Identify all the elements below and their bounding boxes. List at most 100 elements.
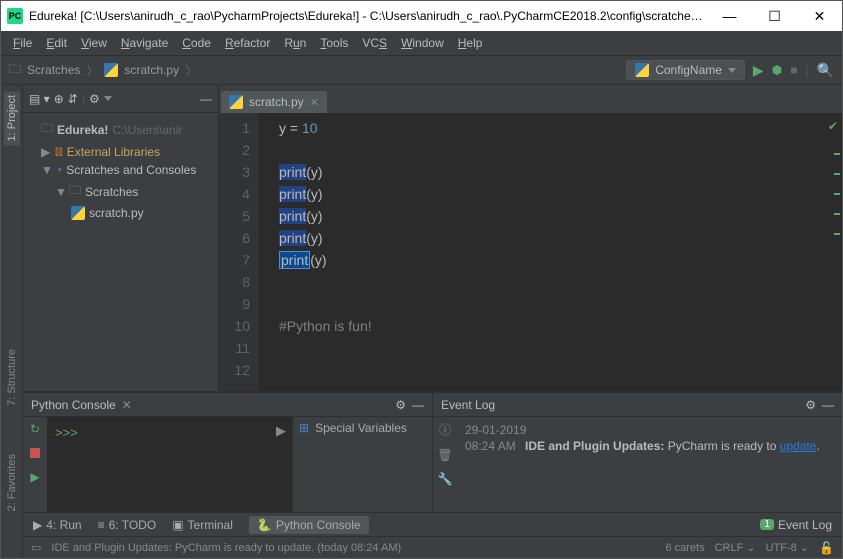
resume-icon[interactable]: ▶ [276,423,286,439]
debug-button[interactable]: ⬢ [772,63,782,77]
tab-python-console[interactable]: 🐍 Python Console [249,516,369,534]
update-link[interactable]: update [780,439,817,453]
window-title: Edureka! [C:\Users\anirudh_c_rao\Pycharm… [29,9,707,23]
menubar: File Edit View Navigate Code Refactor Ru… [1,31,842,55]
expand-arrow-icon[interactable]: ▶ [41,145,51,159]
encoding[interactable]: UTF-8 ⌄ [766,541,809,554]
breadcrumb-separator: 〉 [185,62,197,79]
log-message-text: PyCharm is ready to [664,439,779,453]
scratches-consoles-label: Scratches and Consoles [66,163,196,177]
project-view-selector[interactable]: ▤ ▾ [29,92,50,106]
navigation-bar: 🗀 Scratches 〉 scratch.py 〉 ConfigName ▶ … [1,55,842,85]
tab-favorites[interactable]: 2: Favorites [4,450,20,515]
gear-icon[interactable]: ⚙ [395,398,406,412]
close-tab-icon[interactable]: ✕ [310,96,319,109]
breadcrumb-scratches[interactable]: Scratches [27,63,80,77]
collapse-icon[interactable]: ⇵ [68,92,78,106]
tab-terminal[interactable]: ▣ Terminal [172,518,233,532]
tab-todo[interactable]: ≡ 6: TODO [98,518,157,532]
project-tool-window: ▤ ▾ ⊕ ⇵ | ⚙ — 🗀 [23,85,219,391]
minimize-button[interactable]: — [707,1,752,31]
log-time: 08:24 AM [465,439,516,453]
event-log-content: 29-01-2019 08:24 AM IDE and Plugin Updat… [457,417,842,512]
tree-node-scratches[interactable]: ▼ 🗀 Scratches [27,179,214,204]
config-name: ConfigName [655,63,722,77]
hide-button[interactable]: — [412,398,424,412]
tree-node-project-root[interactable]: 🗀 Edureka! C:\Users\anir [27,117,214,142]
menu-tools[interactable]: Tools [314,34,354,52]
maximize-button[interactable]: ☐ [752,1,797,31]
bottom-tool-tabs: ▶ 4: Run ≡ 6: TODO ▣ Terminal 🐍 Python C… [23,512,842,536]
status-bar: ▭ IDE and Plugin Updates: PyCharm is rea… [23,536,842,558]
python-file-icon [71,206,85,220]
menu-refactor[interactable]: Refactor [219,34,276,52]
breadcrumb-separator: 〉 [86,62,98,79]
gear-icon[interactable]: ⚙ [805,398,816,412]
project-name: Edureka! [57,123,108,137]
external-libraries-label: External Libraries [67,145,160,159]
special-variables-label: Special Variables [315,421,407,435]
lock-icon[interactable]: 🔓 [819,541,834,555]
project-tree[interactable]: 🗀 Edureka! C:\Users\anir ▶ ⫾⫾ External L… [23,113,218,226]
run-button[interactable]: ▶ [753,62,764,79]
folder-icon: 🗀 [41,119,53,140]
gear-icon[interactable]: ⚙ [89,92,100,106]
event-log-title: Event Log [441,398,495,412]
code-editor[interactable]: 12 34 56 78 910 1112 ✔ [219,113,842,391]
close-button[interactable]: ✕ [797,1,842,31]
run-config-selector[interactable]: ConfigName [626,60,745,80]
tree-node-scratches-consoles[interactable]: ▼ ◔ Scratches and Consoles [27,161,214,179]
tab-label: scratch.py [249,95,304,109]
file-name: scratch.py [89,206,144,220]
tab-run[interactable]: ▶ 4: Run [33,518,82,532]
titlebar: PC Edureka! [C:\Users\anirudh_c_rao\Pych… [1,1,842,31]
search-button[interactable]: 🔍 [817,62,834,79]
python-file-icon [229,95,243,109]
rerun-button[interactable]: ↻ [27,421,43,437]
menu-navigate[interactable]: Navigate [115,34,174,52]
event-count: 1 [760,519,774,530]
editor-tab[interactable]: scratch.py ✕ [221,91,327,113]
menu-file[interactable]: File [7,34,38,52]
breadcrumb-file[interactable]: scratch.py [124,63,179,77]
python-console-panel: Python Console ✕ ⚙ — ↻ ▶ [23,393,433,512]
code-area[interactable]: ✔ y = 10 print(y) print(y) print(y) prin… [259,113,842,391]
trash-icon[interactable]: 🗑 [437,448,452,462]
menu-window[interactable]: Window [395,34,450,52]
hide-button[interactable]: — [200,92,212,106]
variables-pane[interactable]: ⊞ Special Variables [292,417,432,512]
info-icon[interactable]: ⓘ [439,421,451,438]
event-log-toolbar: ⓘ 🗑 🔧 [433,417,457,512]
stop-button[interactable]: ■ [790,63,797,77]
wrench-icon[interactable]: 🔧 [438,472,453,486]
python-icon [635,63,649,77]
tab-project[interactable]: 1: Project [4,91,20,145]
console-prompt: >>> [55,425,78,440]
line-separator[interactable]: CRLF ⌄ [715,541,756,554]
caret-info[interactable]: 6 carets [665,542,704,554]
console-title: Python Console [31,398,116,412]
close-icon[interactable]: ✕ [122,398,132,412]
chevron-down-icon [104,96,112,101]
menu-view[interactable]: View [75,34,113,52]
tree-node-external-libs[interactable]: ▶ ⫾⫾ External Libraries [27,142,214,161]
event-log-badge[interactable]: 1 Event Log [760,518,832,532]
menu-run[interactable]: Run [278,34,312,52]
log-date: 29-01-2019 [465,423,834,437]
library-icon: ⫾⫾ [55,144,63,159]
collapse-arrow-icon[interactable]: ▼ [41,163,51,177]
tree-node-file[interactable]: scratch.py [27,204,214,222]
stop-button[interactable] [27,445,43,461]
menu-code[interactable]: Code [176,34,217,52]
execute-button[interactable]: ▶ [27,469,43,485]
collapse-arrow-icon[interactable]: ▼ [55,185,65,199]
chevron-down-icon [728,68,736,73]
menu-vcs[interactable]: VCS [356,34,393,52]
console-output[interactable]: >>> ▶ [47,417,292,512]
locate-icon[interactable]: ⊕ [54,92,64,106]
menu-help[interactable]: Help [452,34,489,52]
menu-edit[interactable]: Edit [40,34,73,52]
tab-structure[interactable]: 7: Structure [4,345,20,410]
python-file-icon [104,63,118,77]
hide-button[interactable]: — [822,398,834,412]
